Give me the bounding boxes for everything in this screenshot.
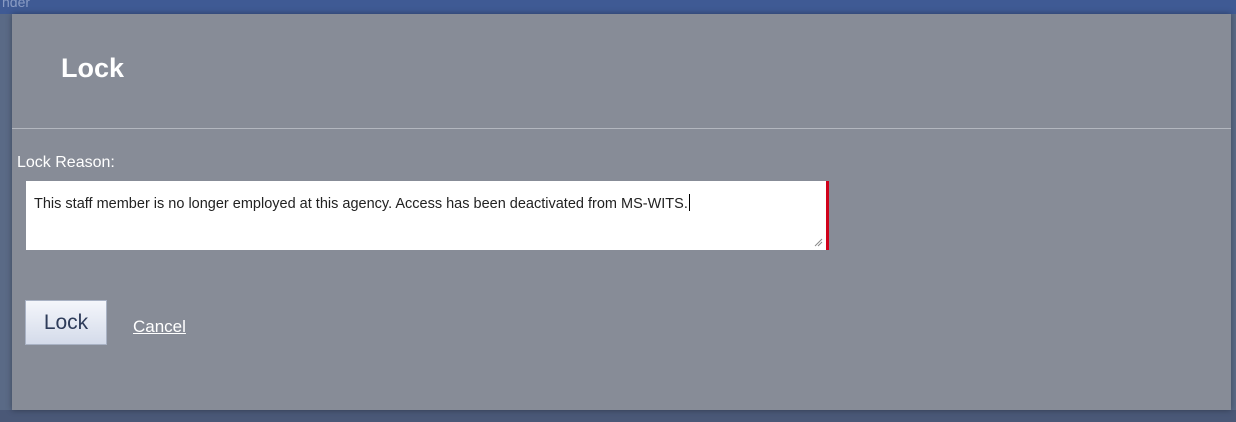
lock-reason-label: Lock Reason: xyxy=(17,154,115,171)
lock-dialog: Lock Lock Reason: This staff member is n… xyxy=(12,14,1231,410)
lock-button[interactable]: Lock xyxy=(25,300,107,345)
dialog-title: Lock xyxy=(61,53,125,83)
cancel-link[interactable]: Cancel xyxy=(133,317,186,337)
text-caret xyxy=(688,194,690,211)
title-divider xyxy=(12,128,1231,129)
background-footer xyxy=(0,410,1236,422)
lock-reason-text: This staff member is no longer employed … xyxy=(34,194,690,212)
lock-reason-textarea[interactable]: This staff member is no longer employed … xyxy=(26,181,829,250)
background-header-text: nder xyxy=(2,0,31,10)
background-header: nder xyxy=(0,0,1236,14)
lock-reason-value: This staff member is no longer employed … xyxy=(34,196,688,212)
resize-handle-icon[interactable] xyxy=(814,238,823,247)
